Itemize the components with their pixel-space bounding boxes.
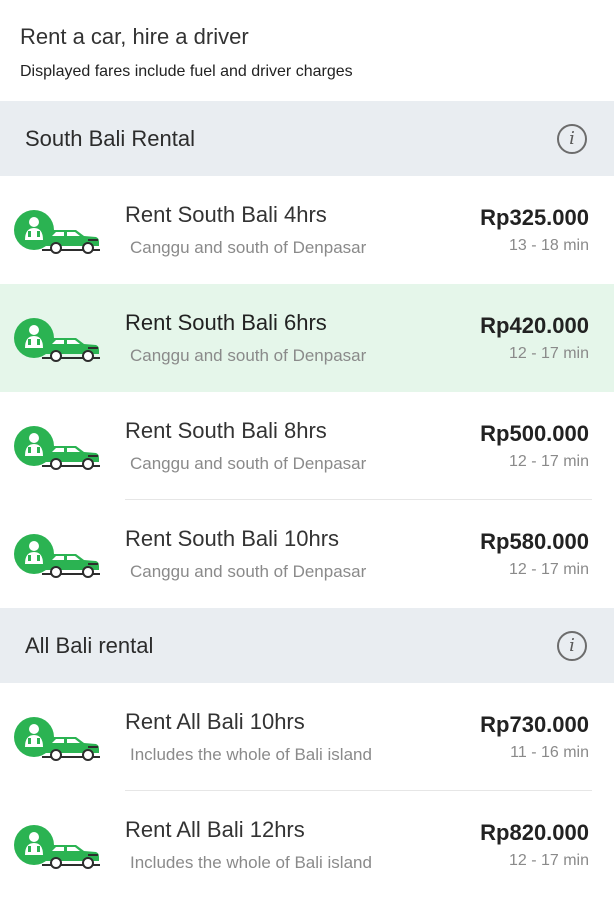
item-eta: 11 - 16 min (510, 744, 589, 761)
list-item-selected[interactable]: Rent South Bali 6hrs Canggu and south of… (0, 284, 614, 392)
item-subtitle: Canggu and south of Denpasar (130, 238, 367, 257)
item-title: Rent All Bali 12hrs (125, 817, 305, 842)
info-icon[interactable]: i (557, 630, 587, 661)
section-header-south-bali: South Bali Rental i (0, 101, 614, 176)
item-eta: 13 - 18 min (508, 237, 589, 254)
driver-car-icon (0, 176, 125, 284)
item-price: Rp325.000 (480, 205, 589, 230)
page-subtitle: Displayed fares include fuel and driver … (20, 63, 353, 80)
item-title: Rent South Bali 8hrs (125, 418, 327, 443)
item-subtitle: Canggu and south of Denpasar (130, 346, 367, 365)
item-price: Rp730.000 (480, 712, 589, 737)
item-subtitle: Canggu and south of Denpasar (130, 562, 367, 581)
item-price: Rp500.000 (480, 421, 589, 446)
item-subtitle: Canggu and south of Denpasar (130, 454, 367, 473)
item-title: Rent South Bali 6hrs (125, 310, 327, 335)
item-subtitle: Includes the whole of Bali island (130, 745, 372, 764)
item-title: Rent South Bali 4hrs (125, 202, 327, 227)
section-header-all-bali: All Bali rental i (0, 608, 614, 683)
item-eta: 12 - 17 min (508, 453, 589, 470)
item-price: Rp420.000 (480, 313, 589, 338)
item-title: Rent South Bali 10hrs (125, 526, 340, 551)
driver-car-icon (0, 683, 125, 791)
item-eta: 12 - 17 min (508, 561, 589, 578)
list-item[interactable]: Rent All Bali 12hrs Includes the whole o… (0, 791, 614, 899)
item-subtitle: Includes the whole of Bali island (130, 853, 372, 872)
item-eta: 12 - 17 min (508, 345, 589, 362)
list-item[interactable]: Rent South Bali 4hrs Canggu and south of… (0, 176, 614, 284)
driver-car-icon (0, 500, 125, 608)
page-header: Rent a car, hire a driver Displayed fare… (0, 0, 614, 101)
item-price: Rp820.000 (480, 820, 589, 845)
driver-car-icon (0, 284, 125, 392)
item-title: Rent All Bali 10hrs (125, 709, 305, 734)
driver-car-icon (0, 791, 125, 899)
item-price: Rp580.000 (480, 529, 589, 554)
driver-car-icon (0, 392, 125, 500)
section-title: All Bali rental (25, 632, 154, 658)
info-icon[interactable]: i (557, 123, 587, 154)
section-title: South Bali Rental (25, 125, 195, 151)
item-eta: 12 - 17 min (508, 852, 589, 869)
list-item[interactable]: Rent South Bali 8hrs Canggu and south of… (0, 392, 614, 500)
list-item[interactable]: Rent South Bali 10hrs Canggu and south o… (0, 500, 614, 608)
list-item[interactable]: Rent All Bali 10hrs Includes the whole o… (0, 683, 614, 791)
page-title: Rent a car, hire a driver (20, 24, 249, 49)
